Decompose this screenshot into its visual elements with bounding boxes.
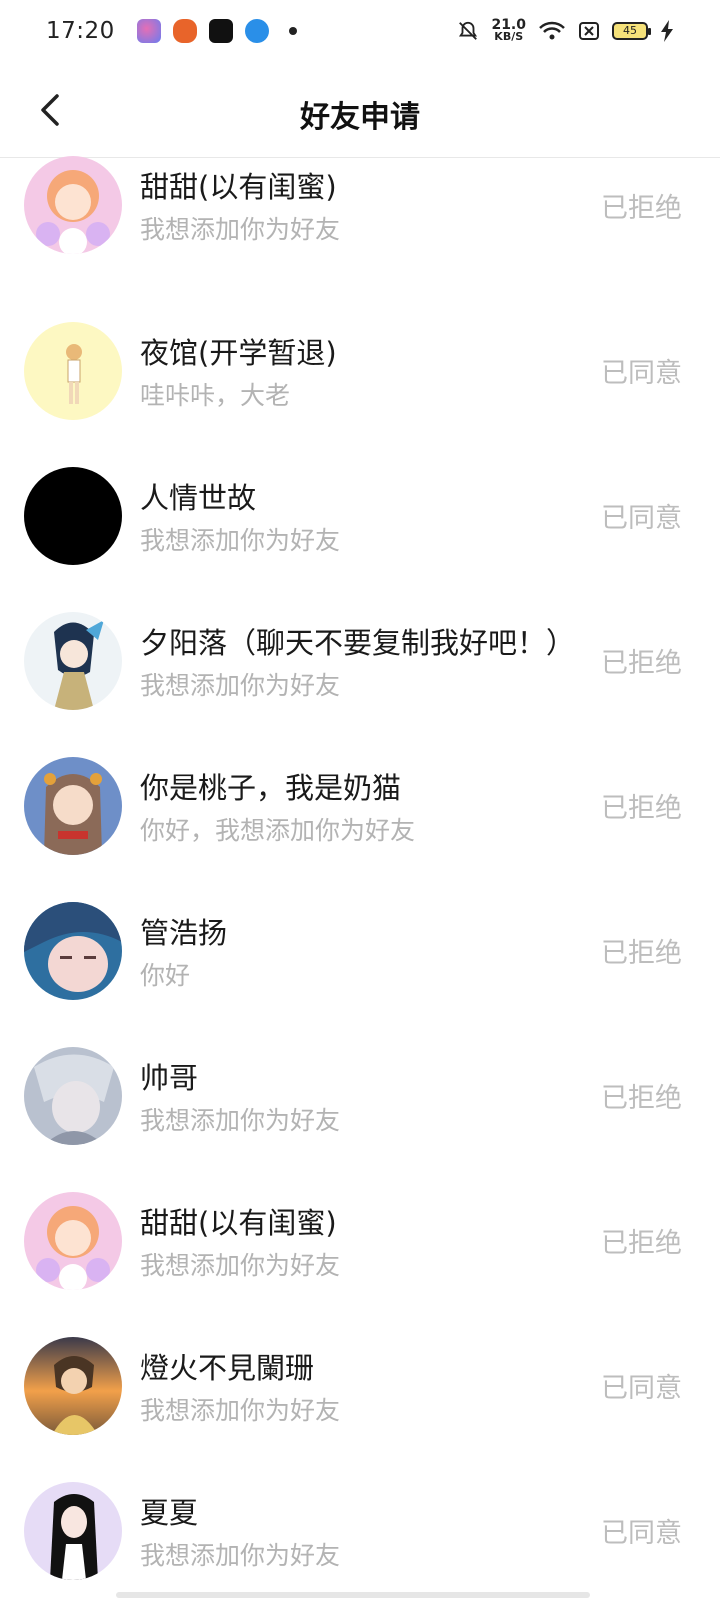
request-texts: 夏夏 我想添加你为好友: [140, 1490, 590, 1572]
request-status: 已拒绝: [601, 938, 682, 969]
friend-request-row[interactable]: 甜甜(以有闺蜜) 我想添加你为好友 已拒绝: [0, 156, 720, 254]
request-texts: 夜馆(开学暂退) 哇咔咔，大老: [140, 330, 590, 412]
friend-request-row[interactable]: 燈火不見闌珊 我想添加你为好友 已同意: [0, 1313, 720, 1458]
request-name: 夏夏: [140, 1495, 199, 1530]
avatar: [24, 321, 122, 420]
avatar: [24, 466, 122, 565]
tiktok-icon: [208, 19, 233, 43]
request-status: 已拒绝: [601, 1228, 682, 1259]
request-message: 你好，我想添加你为好友: [140, 815, 416, 845]
avatar: [24, 1336, 122, 1435]
request-message: 我想添加你为好友: [140, 1250, 341, 1280]
friend-request-row[interactable]: 夕阳落（聊天不要复制我好吧！） 我想添加你为好友 已拒绝: [0, 588, 720, 733]
friend-request-list: 甜甜(以有闺蜜) 我想添加你为好友 已拒绝 夜馆(开学暂退) 哇咔咔，大老 已同…: [0, 156, 720, 1603]
request-name: 夜馆(开学暂退): [140, 335, 337, 370]
request-status: 已同意: [601, 358, 682, 389]
request-status: 已拒绝: [601, 648, 682, 679]
request-name: 甜甜(以有闺蜜): [140, 1205, 337, 1240]
header: 好友申请: [0, 62, 720, 158]
friend-request-row[interactable]: 甜甜(以有闺蜜) 我想添加你为好友 已拒绝: [0, 1168, 720, 1313]
request-status: 已拒绝: [601, 1083, 682, 1114]
request-name: 人情世故: [140, 480, 257, 515]
avatar: [24, 611, 122, 710]
request-status: 已同意: [601, 1373, 682, 1404]
request-name: 夕阳落（聊天不要复制我好吧！）: [140, 625, 576, 660]
request-name: 你是桃子，我是奶猫: [140, 770, 402, 805]
request-texts: 管浩扬 你好: [140, 910, 590, 992]
request-status: 已拒绝: [601, 793, 682, 824]
charging-bolt-icon: [661, 20, 673, 42]
request-texts: 夕阳落（聊天不要复制我好吧！） 我想添加你为好友: [140, 620, 576, 702]
no-sim-icon: [579, 22, 599, 40]
request-message: 我想添加你为好友: [140, 215, 341, 244]
request-message: 我想添加你为好友: [140, 1105, 341, 1135]
bell-off-icon: [459, 21, 478, 40]
battery-indicator: 45: [612, 22, 651, 40]
request-message: 我想添加你为好友: [140, 1540, 341, 1570]
notification-icons: [136, 19, 297, 43]
request-message: 哇咔咔，大老: [140, 380, 291, 410]
status-indicators: 21.0 KB/S 45: [457, 18, 674, 43]
avatar: [24, 1481, 122, 1580]
page-title: 好友申请: [300, 100, 420, 135]
app-notification-icon: [136, 19, 161, 43]
pumpkin-app-icon: [172, 19, 197, 43]
request-texts: 甜甜(以有闺蜜) 我想添加你为好友: [140, 1200, 590, 1282]
avatar: [24, 901, 122, 1000]
friend-request-row[interactable]: 帅哥 我想添加你为好友 已拒绝: [0, 1023, 720, 1168]
friend-request-row[interactable]: 夏夏 我想添加你为好友 已同意: [0, 1458, 720, 1603]
status-time: 17:20: [46, 18, 115, 44]
browser-app-icon: [244, 19, 269, 43]
status-bar: 17:20 21.0 KB/S 45: [0, 0, 720, 62]
request-name: 燈火不見闌珊: [140, 1350, 315, 1385]
request-status: 已同意: [601, 503, 682, 534]
avatar: [24, 156, 122, 254]
request-message: 我想添加你为好友: [140, 1395, 341, 1425]
bottom-scroll-indicator: [116, 1592, 590, 1598]
request-name: 帅哥: [140, 1060, 199, 1095]
friend-request-row[interactable]: 管浩扬 你好 已拒绝: [0, 878, 720, 1023]
request-message: 你好: [140, 960, 191, 990]
avatar: [24, 756, 122, 855]
avatar: [24, 1191, 122, 1290]
wifi-icon: [539, 21, 565, 40]
friend-request-row[interactable]: 人情世故 我想添加你为好友 已同意: [0, 443, 720, 588]
request-name: 管浩扬: [140, 915, 228, 950]
request-texts: 帅哥 我想添加你为好友: [140, 1055, 590, 1137]
request-status: 已同意: [601, 1518, 682, 1549]
request-status: 已拒绝: [601, 193, 682, 224]
network-speed: 21.0 KB/S: [491, 18, 526, 43]
request-texts: 燈火不見闌珊 我想添加你为好友: [140, 1345, 590, 1427]
request-message: 我想添加你为好友: [140, 525, 341, 555]
request-texts: 人情世故 我想添加你为好友: [140, 475, 590, 557]
friend-request-row[interactable]: 你是桃子，我是奶猫 你好，我想添加你为好友 已拒绝: [0, 733, 720, 878]
request-texts: 甜甜(以有闺蜜) 我想添加你为好友: [140, 164, 590, 246]
avatar: [24, 1046, 122, 1145]
more-notifications-dot: [288, 27, 297, 35]
request-texts: 你是桃子，我是奶猫 你好，我想添加你为好友: [140, 765, 590, 847]
network-speed-unit: KB/S: [494, 30, 524, 43]
request-message: 我想添加你为好友: [140, 670, 341, 700]
request-name: 甜甜(以有闺蜜): [140, 170, 337, 204]
friend-request-row[interactable]: 夜馆(开学暂退) 哇咔咔，大老 已同意: [0, 298, 720, 443]
